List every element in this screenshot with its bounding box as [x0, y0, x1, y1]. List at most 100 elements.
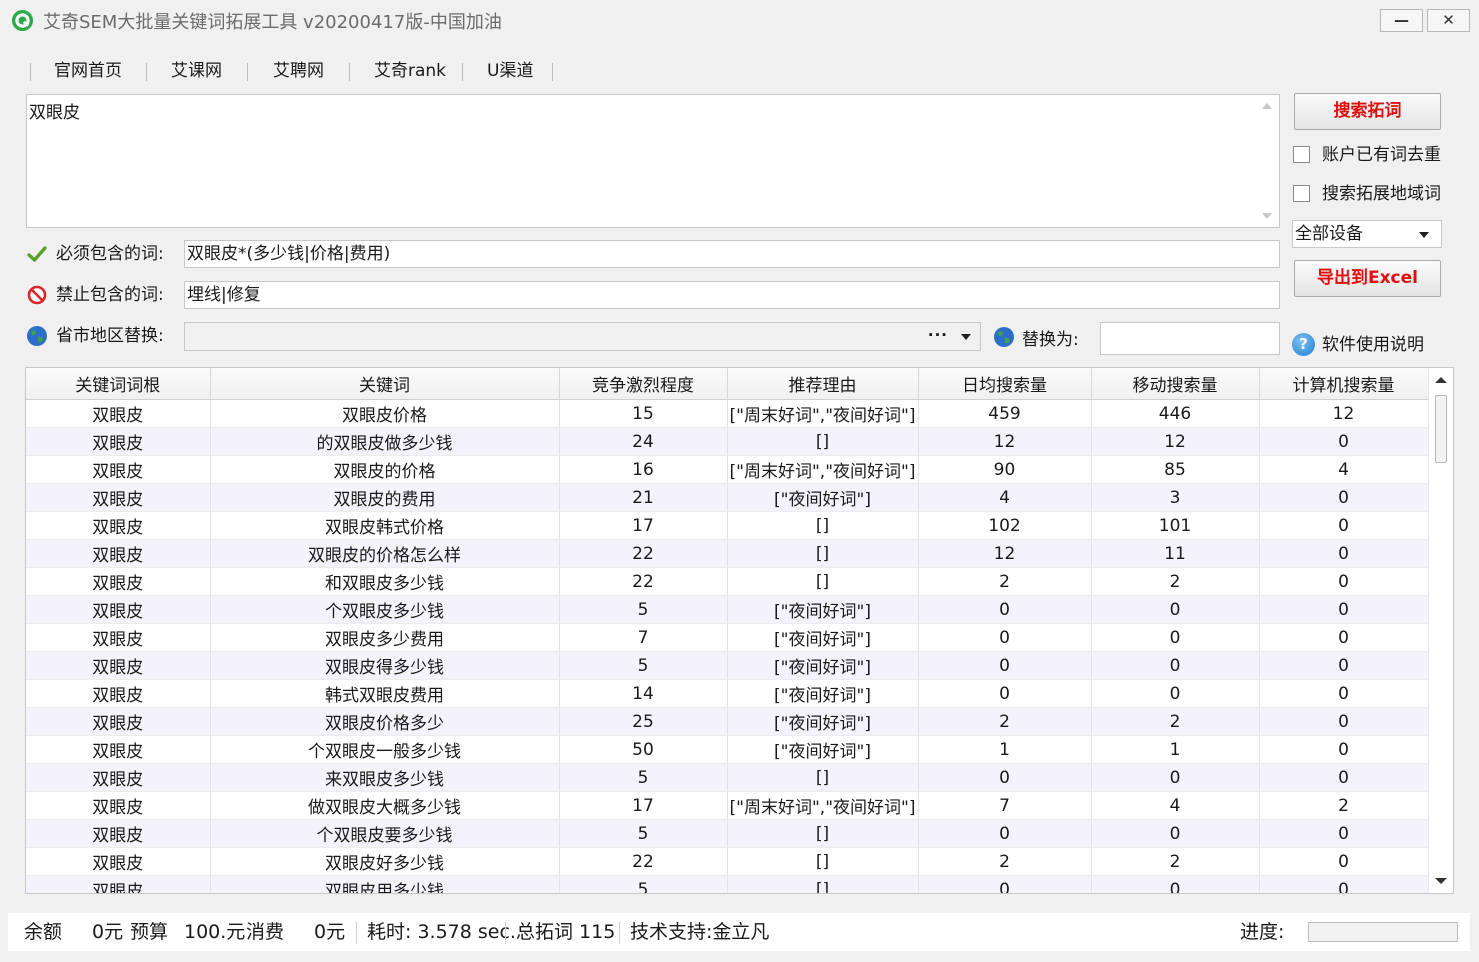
cell-root[interactable]: 双眼皮: [26, 763, 211, 792]
nav-link-aiqi-rank[interactable]: 艾奇rank: [374, 58, 446, 84]
cell-mobile-searches[interactable]: 101: [1091, 511, 1260, 540]
cell-pc-searches[interactable]: 12: [1259, 399, 1429, 428]
table-row[interactable]: 双眼皮 个双眼皮要多少钱 5[] 0 0 0: [26, 819, 1429, 848]
cell-keyword[interactable]: 双眼皮的费用: [210, 483, 560, 512]
table-row[interactable]: 双眼皮 双眼皮韩式价格 17[] 102 101 0: [26, 511, 1429, 540]
cell-competition[interactable]: 17: [559, 791, 728, 820]
cell-pc-searches[interactable]: 0: [1259, 511, 1429, 540]
cell-root[interactable]: 双眼皮: [26, 539, 211, 568]
cell-daily-searches[interactable]: 1: [918, 735, 1092, 764]
cell-root[interactable]: 双眼皮: [26, 595, 211, 624]
cell-root[interactable]: 双眼皮: [26, 819, 211, 848]
cell-daily-searches[interactable]: 2: [918, 567, 1092, 596]
cell-pc-searches[interactable]: 0: [1259, 651, 1429, 680]
chevron-down-icon[interactable]: [961, 334, 971, 340]
cell-competition[interactable]: 7: [559, 623, 728, 652]
cell-reason[interactable]: []: [727, 819, 919, 848]
cell-mobile-searches[interactable]: 0: [1091, 875, 1260, 893]
cell-keyword[interactable]: 韩式双眼皮费用: [210, 679, 560, 708]
cell-reason[interactable]: []: [727, 539, 919, 568]
cell-keyword[interactable]: 双眼皮用多少钱: [210, 875, 560, 893]
replace-with-input[interactable]: [1100, 322, 1280, 355]
column-header-mobile-searches[interactable]: 移动搜索量: [1091, 368, 1260, 400]
dedupe-label[interactable]: 账户已有词去重: [1322, 143, 1441, 167]
scroll-up-icon[interactable]: [1435, 377, 1447, 383]
cell-mobile-searches[interactable]: 0: [1091, 595, 1260, 624]
table-row[interactable]: 双眼皮 双眼皮的价格怎么样 22[] 12 11 0: [26, 539, 1429, 568]
cell-daily-searches[interactable]: 2: [918, 847, 1092, 876]
cell-competition[interactable]: 22: [559, 847, 728, 876]
cell-reason[interactable]: []: [727, 847, 919, 876]
cell-pc-searches[interactable]: 0: [1259, 483, 1429, 512]
cell-root[interactable]: 双眼皮: [26, 875, 211, 893]
cell-root[interactable]: 双眼皮: [26, 679, 211, 708]
scroll-down-icon[interactable]: [1262, 213, 1272, 219]
cell-competition[interactable]: 15: [559, 399, 728, 428]
cell-pc-searches[interactable]: 0: [1259, 623, 1429, 652]
table-row[interactable]: 双眼皮 的双眼皮做多少钱 24[] 12 12 0: [26, 427, 1429, 456]
cell-root[interactable]: 双眼皮: [26, 455, 211, 484]
table-row[interactable]: 双眼皮 做双眼皮大概多少钱 17 ["周末好词","夜间好词"] 7 4 2: [26, 791, 1429, 820]
cell-pc-searches[interactable]: 0: [1259, 707, 1429, 736]
nav-link-u-channel[interactable]: U渠道: [487, 58, 533, 84]
cell-mobile-searches[interactable]: 1: [1091, 735, 1260, 764]
cell-root[interactable]: 双眼皮: [26, 707, 211, 736]
seed-keyword-textarea[interactable]: 双眼皮: [26, 94, 1280, 228]
cell-mobile-searches[interactable]: 0: [1091, 763, 1260, 792]
cell-competition[interactable]: 14: [559, 679, 728, 708]
cell-root[interactable]: 双眼皮: [26, 483, 211, 512]
cell-root[interactable]: 双眼皮: [26, 567, 211, 596]
cell-keyword[interactable]: 和双眼皮多少钱: [210, 567, 560, 596]
cell-mobile-searches[interactable]: 85: [1091, 455, 1260, 484]
cell-mobile-searches[interactable]: 4: [1091, 791, 1260, 820]
cell-competition[interactable]: 24: [559, 427, 728, 456]
cell-pc-searches[interactable]: 0: [1259, 567, 1429, 596]
cell-daily-searches[interactable]: 102: [918, 511, 1092, 540]
cell-mobile-searches[interactable]: 0: [1091, 819, 1260, 848]
column-header-competition[interactable]: 竞争激烈程度: [559, 368, 728, 400]
cell-daily-searches[interactable]: 2: [918, 707, 1092, 736]
table-row[interactable]: 双眼皮 和双眼皮多少钱 22[] 2 2 0: [26, 567, 1429, 596]
help-link[interactable]: 软件使用说明: [1322, 333, 1424, 357]
cell-pc-searches[interactable]: 0: [1259, 763, 1429, 792]
cell-keyword[interactable]: 双眼皮的价格: [210, 455, 560, 484]
cell-keyword[interactable]: 双眼皮得多少钱: [210, 651, 560, 680]
cell-reason[interactable]: ["夜间好词"]: [727, 651, 919, 680]
cell-keyword[interactable]: 的双眼皮做多少钱: [210, 427, 560, 456]
help-icon[interactable]: ?: [1292, 333, 1315, 356]
region-dropdown[interactable]: ···: [184, 322, 981, 351]
device-select[interactable]: 全部设备: [1292, 220, 1442, 248]
table-row[interactable]: 双眼皮 双眼皮多少费用 7 ["夜间好词"] 0 0 0: [26, 623, 1429, 652]
cell-pc-searches[interactable]: 0: [1259, 679, 1429, 708]
cell-reason[interactable]: ["夜间好词"]: [727, 679, 919, 708]
cell-reason[interactable]: ["夜间好词"]: [727, 595, 919, 624]
cell-pc-searches[interactable]: 0: [1259, 595, 1429, 624]
cell-root[interactable]: 双眼皮: [26, 791, 211, 820]
cell-pc-searches[interactable]: 0: [1259, 539, 1429, 568]
cell-keyword[interactable]: 双眼皮的价格怎么样: [210, 539, 560, 568]
cell-mobile-searches[interactable]: 12: [1091, 427, 1260, 456]
region-words-label[interactable]: 搜索拓展地域词: [1322, 182, 1441, 206]
table-row[interactable]: 双眼皮 双眼皮用多少钱 5[] 0 0 0: [26, 875, 1429, 893]
chevron-down-icon[interactable]: [1419, 232, 1429, 238]
close-button[interactable]: ✕: [1427, 9, 1470, 32]
minimize-button[interactable]: —: [1380, 9, 1423, 32]
textarea-scrollbar[interactable]: [1255, 95, 1279, 227]
cell-root[interactable]: 双眼皮: [26, 735, 211, 764]
cell-competition[interactable]: 25: [559, 707, 728, 736]
table-row[interactable]: 双眼皮 双眼皮的费用 21 ["夜间好词"] 4 3 0: [26, 483, 1429, 512]
table-row[interactable]: 双眼皮 双眼皮价格 15 ["周末好词","夜间好词"] 459 446 12: [26, 399, 1429, 428]
cell-competition[interactable]: 22: [559, 567, 728, 596]
scroll-up-icon[interactable]: [1262, 103, 1272, 109]
column-header-daily-searches[interactable]: 日均搜索量: [918, 368, 1092, 400]
cell-daily-searches[interactable]: 0: [918, 819, 1092, 848]
cell-competition[interactable]: 22: [559, 539, 728, 568]
cell-competition[interactable]: 5: [559, 651, 728, 680]
table-scrollbar[interactable]: [1428, 368, 1453, 893]
cell-pc-searches[interactable]: 0: [1259, 735, 1429, 764]
must-include-input[interactable]: 双眼皮*(多少钱|价格|费用): [184, 240, 1280, 268]
cell-reason[interactable]: []: [727, 875, 919, 893]
cell-keyword[interactable]: 个双眼皮要多少钱: [210, 819, 560, 848]
cell-daily-searches[interactable]: 90: [918, 455, 1092, 484]
cell-daily-searches[interactable]: 0: [918, 875, 1092, 893]
